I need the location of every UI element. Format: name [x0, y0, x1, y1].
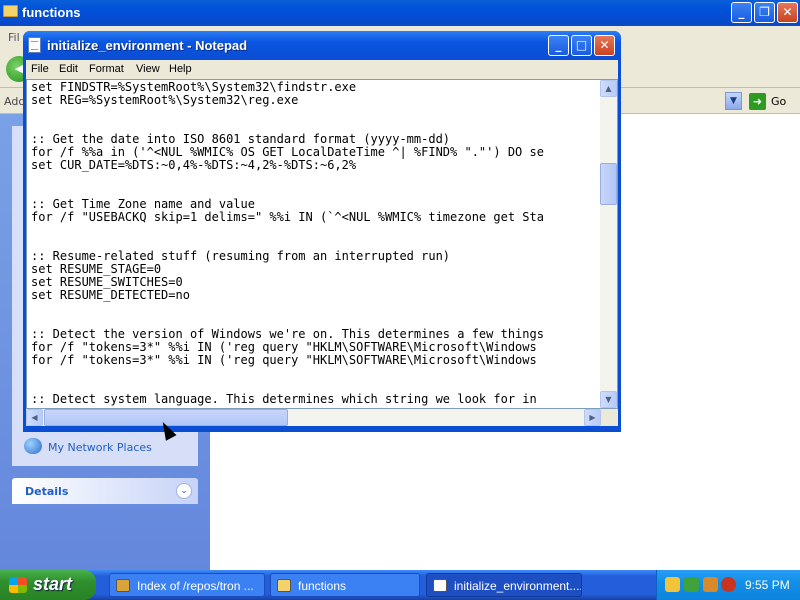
notepad-icon	[28, 37, 41, 53]
text-line[interactable]: set RESUME_DETECTED=no	[31, 289, 601, 302]
alert-shield-icon[interactable]	[721, 577, 736, 592]
address-dropdown-button[interactable]: ▼	[725, 92, 742, 110]
details-header[interactable]: Details ⌄	[12, 478, 198, 504]
taskbar-item-notepad[interactable]: initialize_environment....	[426, 573, 582, 597]
vertical-scrollbar[interactable]: ▲ ▼	[600, 80, 617, 408]
menu-help[interactable]: Help	[169, 63, 192, 75]
folder-icon	[3, 5, 18, 17]
notepad-maximize-button[interactable]: □	[571, 35, 592, 56]
scroll-left-button[interactable]: ◀	[26, 409, 43, 426]
menu-file[interactable]: File	[31, 63, 49, 75]
taskbar-item-label: functions	[298, 579, 347, 593]
browser-icon	[116, 579, 130, 592]
taskbar-item-functions[interactable]: functions	[270, 573, 420, 597]
network-places-label: My Network Places	[48, 441, 152, 454]
explorer-minimize-button[interactable]: _	[731, 2, 752, 23]
notepad-window: initialize_environment - Notepad _ □ ✕ F…	[23, 31, 621, 432]
text-line[interactable]: for /f "tokens=3*" %%i IN ('reg query "H…	[31, 354, 601, 367]
antivirus-icon[interactable]	[703, 577, 718, 592]
system-tray: 9:55 PM	[656, 570, 800, 600]
text-content[interactable]: set FINDSTR=%SystemRoot%\System32\findst…	[31, 81, 601, 406]
horizontal-scrollbar[interactable]: ◀ ▶	[26, 409, 618, 426]
explorer-title: functions	[22, 5, 81, 20]
text-line[interactable]: set REG=%SystemRoot%\System32\reg.exe	[31, 94, 601, 107]
network-icon[interactable]	[684, 577, 699, 592]
text-line[interactable]	[31, 172, 601, 185]
text-line[interactable]	[31, 302, 601, 315]
text-line[interactable]: set CUR_DATE=%DTS:~0,4%-%DTS:~4,2%-%DTS:…	[31, 159, 601, 172]
go-arrow-icon: ➜	[749, 93, 766, 110]
taskbar: start Index of /repos/tron ... functions…	[0, 570, 800, 600]
explorer-menu-file[interactable]: Fil	[8, 31, 20, 44]
notepad-close-button[interactable]: ✕	[594, 35, 615, 56]
start-label: start	[33, 574, 73, 594]
notepad-minimize-button[interactable]: _	[548, 35, 569, 56]
clock[interactable]: 9:55 PM	[745, 578, 790, 592]
windows-flag-icon	[9, 577, 27, 593]
vertical-scroll-thumb[interactable]	[600, 163, 617, 205]
folder-icon	[277, 579, 291, 592]
explorer-restore-button[interactable]: ❐	[754, 2, 775, 23]
text-editor-area[interactable]: set FINDSTR=%SystemRoot%\System32\findst…	[26, 79, 618, 409]
scroll-up-button[interactable]: ▲	[600, 80, 617, 97]
menu-edit[interactable]: Edit	[59, 63, 78, 75]
text-line[interactable]: :: Detect system language. This determin…	[31, 393, 601, 406]
start-button[interactable]: start	[0, 570, 96, 600]
chevron-down-icon[interactable]: ⌄	[176, 483, 192, 499]
taskbar-item-browser[interactable]: Index of /repos/tron ...	[109, 573, 265, 597]
text-line[interactable]	[31, 107, 601, 120]
menu-format[interactable]: Format	[89, 63, 124, 75]
menu-view[interactable]: View	[136, 63, 160, 75]
explorer-title-bar[interactable]: functions _ ❐ ✕	[0, 0, 800, 26]
security-shield-icon[interactable]	[665, 577, 680, 592]
text-line[interactable]	[31, 367, 601, 380]
scroll-down-button[interactable]: ▼	[600, 391, 617, 408]
text-line[interactable]: for /f "USEBACKQ skip=1 delims=" %%i IN …	[31, 211, 601, 224]
taskbar-item-label: Index of /repos/tron ...	[137, 579, 254, 593]
notepad-icon	[433, 579, 447, 592]
explorer-close-button[interactable]: ✕	[777, 2, 798, 23]
text-line[interactable]	[31, 224, 601, 237]
details-label: Details	[25, 485, 69, 498]
resize-corner[interactable]	[601, 409, 618, 426]
scroll-right-button[interactable]: ▶	[584, 409, 601, 426]
notepad-title-bar[interactable]: initialize_environment - Notepad _ □ ✕	[23, 31, 621, 60]
taskbar-item-label: initialize_environment....	[454, 579, 582, 593]
go-label: Go	[771, 95, 787, 108]
notepad-menu-bar: File Edit Format View Help	[26, 60, 618, 79]
notepad-title: initialize_environment - Notepad	[47, 38, 248, 53]
network-globe-icon	[24, 438, 42, 454]
